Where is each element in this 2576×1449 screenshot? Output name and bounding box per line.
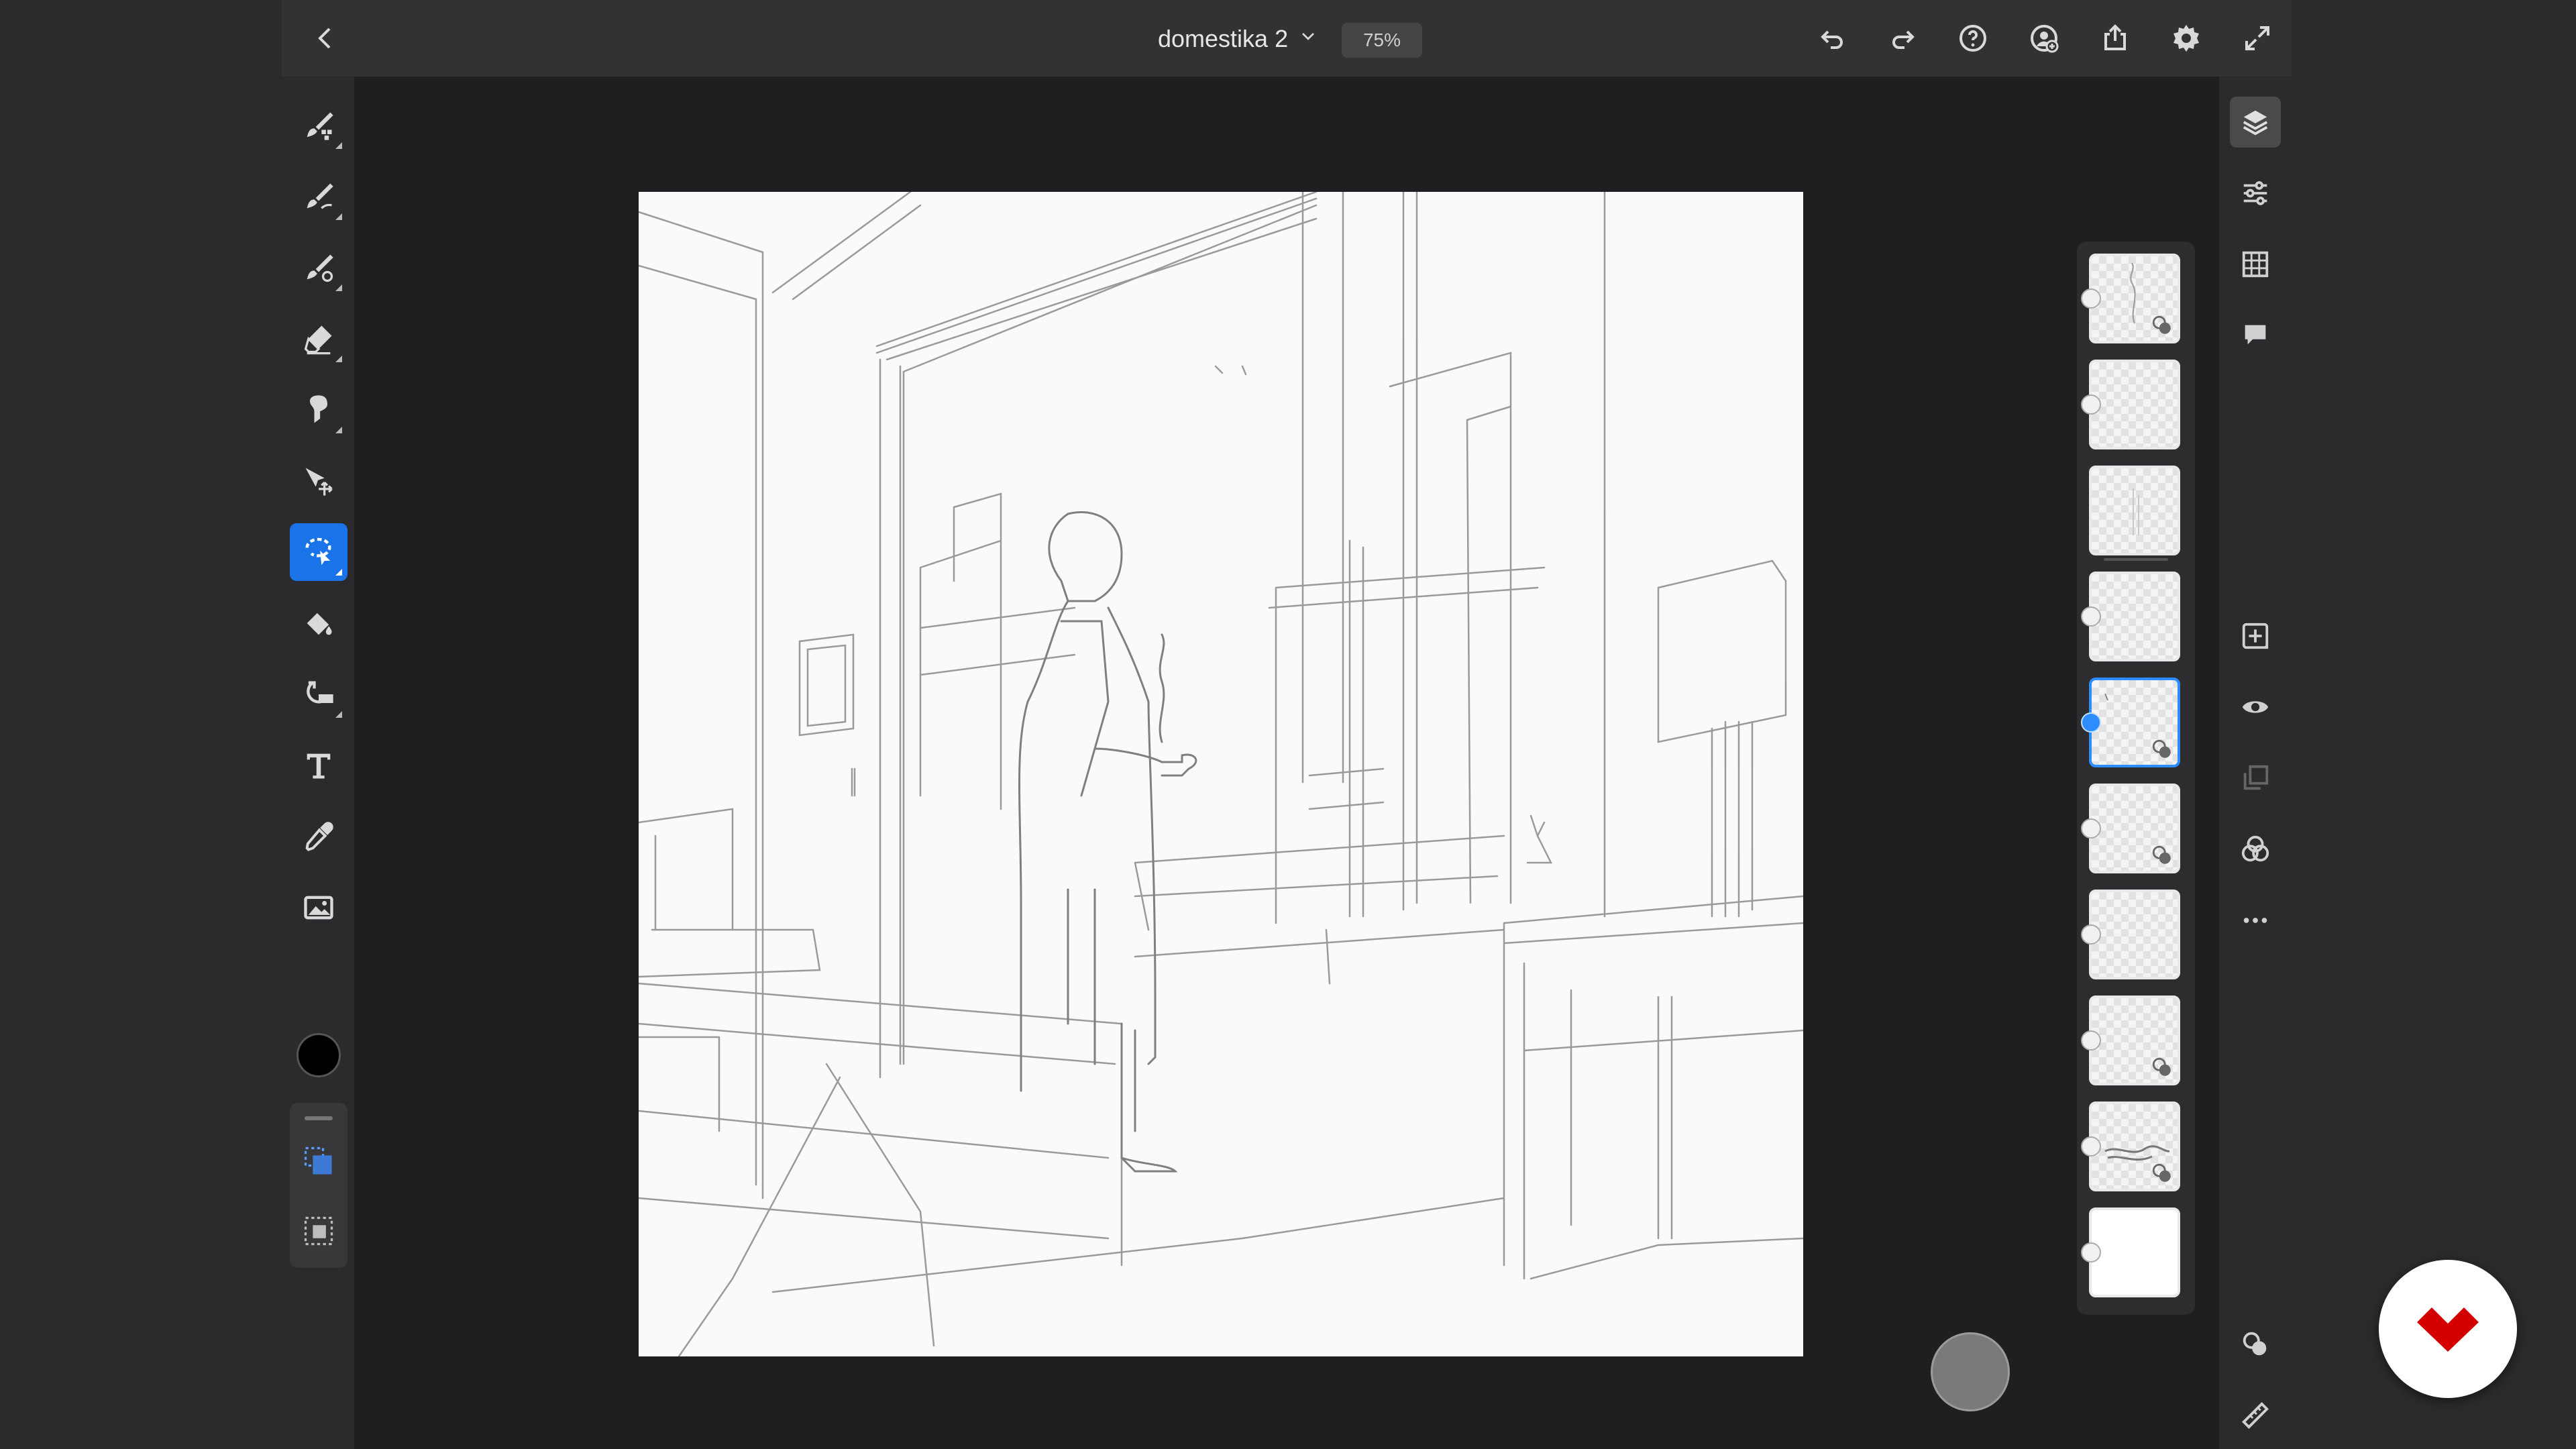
layer-thumbnail[interactable] xyxy=(2089,1102,2180,1191)
eyedropper-icon[interactable] xyxy=(290,808,347,865)
move-transform-icon[interactable] xyxy=(290,452,347,510)
selection-options xyxy=(290,1103,347,1268)
settings-icon[interactable] xyxy=(2163,15,2210,62)
app-window: domestika 2 75% xyxy=(282,0,2292,1449)
background-layer-thumbnail[interactable] xyxy=(2089,1208,2180,1297)
right-panel-bar xyxy=(2219,76,2292,1449)
layer-visibility-toggle[interactable] xyxy=(2081,1136,2101,1157)
layer-visibility-toggle[interactable] xyxy=(2081,288,2101,309)
place-image-icon[interactable] xyxy=(290,879,347,936)
layer-thumbnail[interactable] xyxy=(2089,784,2180,873)
layer-mask-icon xyxy=(2152,739,2171,758)
layer-visibility-toggle[interactable] xyxy=(2081,1242,2101,1263)
chevron-down-icon[interactable] xyxy=(1297,25,1319,53)
eraser-icon[interactable] xyxy=(290,310,347,368)
layer-visibility-toggle[interactable] xyxy=(2081,924,2101,945)
lasso-select-icon[interactable] xyxy=(290,523,347,581)
paint-bucket-icon[interactable] xyxy=(290,594,347,652)
shapes-icon[interactable] xyxy=(290,665,347,723)
zoom-level[interactable]: 75% xyxy=(1342,23,1422,58)
more-icon[interactable] xyxy=(2230,895,2281,946)
redo-icon[interactable] xyxy=(1880,15,1927,62)
layer-thumbnail[interactable] xyxy=(2089,890,2180,979)
layer-group-divider xyxy=(2104,558,2168,561)
layer-visibility-toggle[interactable] xyxy=(2081,818,2101,839)
domestika-logo xyxy=(2379,1260,2517,1398)
add-layer-icon[interactable] xyxy=(2230,610,2281,661)
top-bar: domestika 2 75% xyxy=(282,0,2292,76)
comments-icon[interactable] xyxy=(2230,310,2281,361)
layer-mask-icon xyxy=(2152,845,2171,864)
layer-mask-icon[interactable] xyxy=(2230,1319,2281,1370)
layer-thumbnail[interactable] xyxy=(2089,996,2180,1085)
layer-thumbnail-selected[interactable] xyxy=(2089,678,2180,767)
pixel-brush-icon[interactable] xyxy=(290,97,347,154)
smudge-icon[interactable] xyxy=(290,381,347,439)
layer-thumbnail[interactable] xyxy=(2089,572,2180,661)
layer-mask-icon xyxy=(2152,315,2171,334)
visibility-icon[interactable] xyxy=(2230,682,2281,733)
properties-icon[interactable] xyxy=(2230,168,2281,219)
blend-mode-icon[interactable] xyxy=(2230,824,2281,875)
layer-visibility-toggle[interactable] xyxy=(2081,712,2101,733)
layers-icon[interactable] xyxy=(2230,97,2281,148)
document-title[interactable]: domestika 2 xyxy=(1158,21,1319,56)
touch-shortcut-button[interactable] xyxy=(1931,1332,2010,1411)
drag-handle[interactable] xyxy=(305,1116,333,1120)
layer-visibility-toggle[interactable] xyxy=(2081,394,2101,415)
faint-sketch-thumbnail xyxy=(2133,488,2139,535)
fullscreen-icon[interactable] xyxy=(2234,15,2281,62)
layer-thumbnail[interactable] xyxy=(2089,360,2180,449)
grid-icon[interactable] xyxy=(2230,239,2281,290)
text-icon[interactable] xyxy=(290,737,347,794)
help-icon[interactable] xyxy=(1949,15,1996,62)
color-swatch[interactable] xyxy=(297,1033,341,1077)
vector-brush-icon[interactable] xyxy=(290,239,347,297)
layer-mask-icon xyxy=(2152,1057,2171,1076)
invert-selection-icon[interactable] xyxy=(290,1202,347,1260)
tool-bar xyxy=(282,76,354,1449)
layer-visibility-toggle[interactable] xyxy=(2081,1030,2101,1051)
layer-visibility-toggle[interactable] xyxy=(2081,606,2101,627)
drawing-canvas[interactable] xyxy=(639,192,1803,1356)
layer-thumbnail[interactable] xyxy=(2089,466,2180,555)
ruler-icon[interactable] xyxy=(2230,1390,2281,1441)
select-subject-icon[interactable] xyxy=(290,1132,347,1190)
layers-panel xyxy=(2077,241,2195,1315)
document-name: domestika 2 xyxy=(1158,25,1289,52)
live-brush-icon[interactable] xyxy=(290,168,347,225)
sketch-artwork xyxy=(639,192,1803,1356)
domestika-logo-mark xyxy=(2417,1307,2479,1352)
layer-thumbnail[interactable] xyxy=(2089,254,2180,343)
undo-icon[interactable] xyxy=(1809,15,1856,62)
merge-down-icon[interactable] xyxy=(2230,753,2281,804)
layer-mask-icon xyxy=(2152,1163,2171,1182)
share-icon[interactable] xyxy=(2092,15,2139,62)
invite-icon[interactable] xyxy=(2021,15,2068,62)
back-icon[interactable] xyxy=(302,15,349,62)
